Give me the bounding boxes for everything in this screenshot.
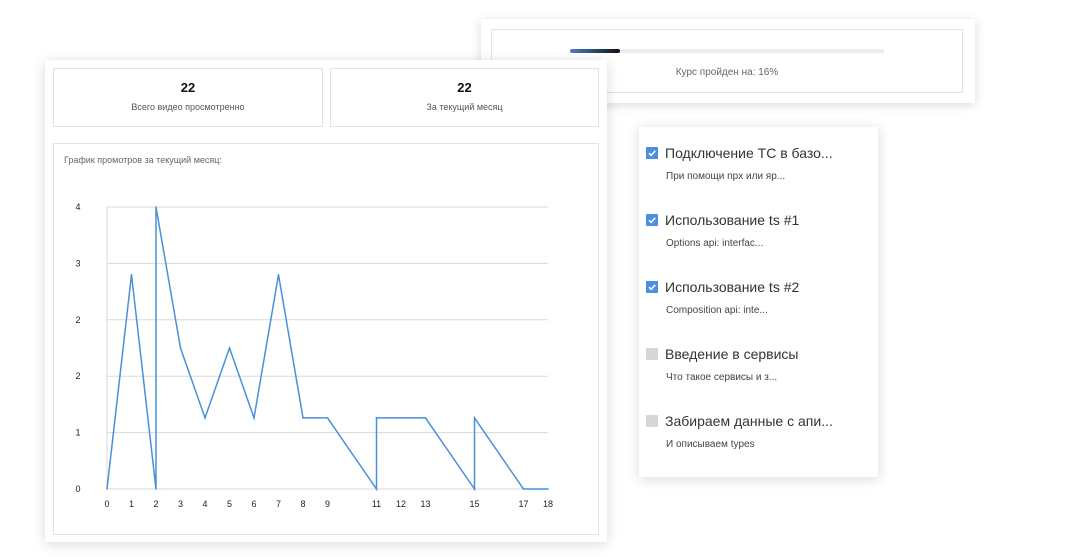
stat-month-videos-value: 22 xyxy=(457,80,472,95)
data-point xyxy=(375,417,378,419)
x-tick-label: 9 xyxy=(325,499,330,509)
lesson-header: Подключение ТС в базо... xyxy=(646,144,876,162)
x-tick-label: 1 xyxy=(129,499,134,509)
views-series-line xyxy=(106,206,548,492)
data-point xyxy=(253,417,255,419)
data-point xyxy=(228,347,231,349)
lesson-checkbox-checked[interactable] xyxy=(646,214,658,226)
checkmark-icon xyxy=(648,150,656,157)
x-tick-label: 8 xyxy=(300,499,305,509)
lesson-subtitle: Options api: interfac... xyxy=(666,238,764,249)
checkmark-icon xyxy=(648,217,656,224)
data-point xyxy=(375,488,378,490)
x-tick-label: 7 xyxy=(276,499,281,509)
lesson-header: Введение в сервисы xyxy=(646,345,876,363)
y-tick-label: 2 xyxy=(75,315,80,325)
x-tick-label: 2 xyxy=(153,499,158,509)
y-tick-label: 4 xyxy=(75,202,80,212)
lesson-checkbox-unchecked[interactable] xyxy=(646,348,658,360)
lessons-list: Подключение ТС в базо... При помощи npx и… xyxy=(639,127,878,477)
data-point xyxy=(106,488,108,490)
stat-total-videos-label: Всего видео просмотренно xyxy=(131,102,245,112)
data-point xyxy=(277,273,280,276)
lesson-title: Забираем данные с апи... xyxy=(665,413,833,429)
y-tick-label: 3 xyxy=(75,258,80,268)
lesson-title: Подключение ТС в базо... xyxy=(665,145,833,161)
lesson-subtitle: Что такое сервисы и з... xyxy=(666,372,778,383)
lesson-title: Использование ts #1 xyxy=(665,212,800,228)
lesson-item[interactable]: Введение в сервисы Что такое сервисы и з.… xyxy=(646,345,876,383)
lesson-subtitle: И описываем types xyxy=(666,439,755,450)
data-point xyxy=(473,488,476,490)
stat-month-videos-label: За текущий месяц xyxy=(426,102,503,112)
data-point xyxy=(400,417,402,419)
x-tick-label: 12 xyxy=(396,499,406,509)
data-point xyxy=(204,417,206,419)
lesson-item[interactable]: Забираем данные с апи... И описываем type… xyxy=(646,412,876,450)
y-tick-label: 0 xyxy=(75,484,80,494)
data-point xyxy=(155,488,157,490)
lesson-item[interactable]: Использование ts #2 Composition api: inte… xyxy=(646,278,876,316)
lesson-item[interactable]: Использование ts #1 Options api: interfac… xyxy=(646,211,876,249)
lesson-subtitle: Composition api: inte... xyxy=(666,305,768,316)
lesson-checkbox-unchecked[interactable] xyxy=(646,415,658,427)
data-point xyxy=(179,347,182,349)
progress-bar-fill xyxy=(570,49,621,53)
data-point xyxy=(302,417,304,419)
data-point xyxy=(130,273,133,276)
lesson-checkbox-checked[interactable] xyxy=(646,147,658,159)
x-tick-label: 3 xyxy=(178,499,183,509)
stats-card: 22 Всего видео просмотренно 22 За текущи… xyxy=(45,60,607,542)
x-tick-label: 4 xyxy=(202,499,207,509)
data-point xyxy=(155,206,157,208)
x-tick-label: 6 xyxy=(251,499,256,509)
x-tick-label: 5 xyxy=(227,499,232,509)
data-point xyxy=(547,488,549,490)
lesson-title: Использование ts #2 xyxy=(665,279,800,295)
data-point xyxy=(424,417,427,419)
x-tick-label: 15 xyxy=(469,499,479,509)
x-tick-label: 13 xyxy=(420,499,430,509)
lesson-header: Использование ts #1 xyxy=(646,211,876,229)
lesson-header: Забираем данные с апи... xyxy=(646,412,876,430)
stat-month-videos: 22 За текущий месяц xyxy=(330,68,599,127)
progress-bar xyxy=(570,49,884,53)
stat-total-videos: 22 Всего видео просмотренно xyxy=(53,68,323,127)
x-tick-label: 11 xyxy=(372,499,381,509)
views-chart: График промотров за текущий месяц: 01223… xyxy=(53,143,599,535)
lesson-subtitle: При помощи npx или яр... xyxy=(666,171,786,182)
lesson-header: Использование ts #2 xyxy=(646,278,876,296)
x-tick-label: 17 xyxy=(518,499,528,509)
y-tick-label: 1 xyxy=(75,428,80,438)
x-tick-label: 18 xyxy=(543,499,553,509)
stat-total-videos-value: 22 xyxy=(180,80,196,95)
lesson-checkbox-checked[interactable] xyxy=(646,281,658,293)
y-tick-label: 2 xyxy=(75,371,80,381)
x-tick-label: 0 xyxy=(104,499,109,509)
views-chart-plot: 0122340 1 2 3 4 5 6 7 8 9 11 12 13 15 17 18 xyxy=(75,202,553,509)
data-point xyxy=(522,488,525,490)
data-point xyxy=(326,417,329,419)
checkmark-icon xyxy=(648,284,656,291)
data-point xyxy=(473,417,476,419)
lesson-item[interactable]: Подключение ТС в базо... При помощи npx и… xyxy=(646,144,876,182)
lesson-title: Введение в сервисы xyxy=(665,346,799,362)
